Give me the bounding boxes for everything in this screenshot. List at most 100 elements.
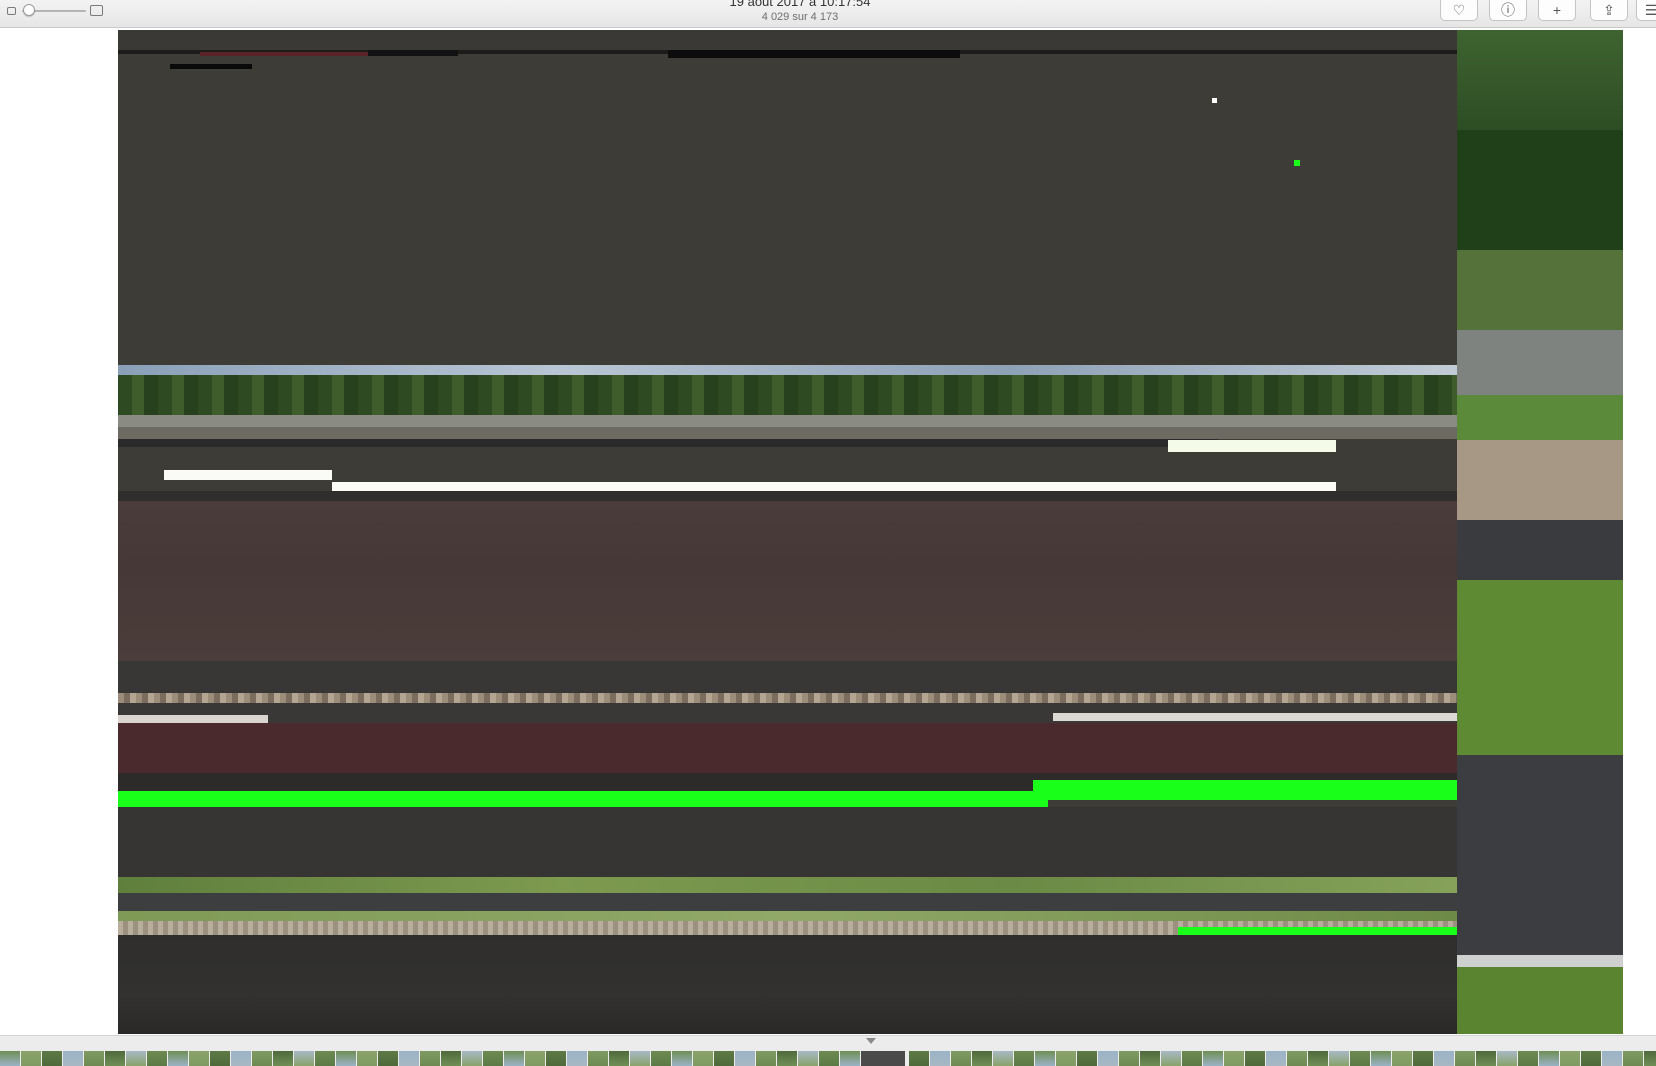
filmstrip-thumbnail[interactable]: [1056, 1051, 1076, 1066]
filmstrip-thumbnail[interactable]: [567, 1051, 587, 1066]
filmstrip-thumbnail[interactable]: [42, 1051, 62, 1066]
filmstrip-thumbnail[interactable]: [483, 1051, 503, 1066]
filmstrip-thumbnail[interactable]: [1539, 1051, 1559, 1066]
filmstrip-thumbnail[interactable]: [672, 1051, 692, 1066]
filmstrip-thumbnail[interactable]: [63, 1051, 83, 1066]
filmstrip-thumbnail[interactable]: [1455, 1051, 1475, 1066]
filmstrip-thumbnail[interactable]: [504, 1051, 524, 1066]
favorite-button[interactable]: ♡: [1440, 0, 1478, 21]
filmstrip-thumbnail[interactable]: [756, 1051, 776, 1066]
info-button[interactable]: ⓘ: [1489, 0, 1527, 21]
filmstrip-thumbnail[interactable]: [1329, 1051, 1349, 1066]
filmstrip-thumbnail[interactable]: [0, 1051, 20, 1066]
filmstrip-thumbnail[interactable]: [1203, 1051, 1223, 1066]
zoom-out-icon[interactable]: [7, 7, 16, 15]
filmstrip-thumbnail[interactable]: [1413, 1051, 1433, 1066]
filmstrip-thumbnail[interactable]: [1035, 1051, 1055, 1066]
glitch-line: [200, 52, 370, 56]
filmstrip-thumbnail[interactable]: [861, 1051, 905, 1066]
filmstrip-thumbnail[interactable]: [294, 1051, 314, 1066]
filmstrip-thumbnail[interactable]: [840, 1051, 860, 1066]
share-button[interactable]: ⇪: [1590, 0, 1628, 21]
filmstrip-thumbnail[interactable]: [588, 1051, 608, 1066]
filmstrip-thumbnail[interactable]: [930, 1051, 950, 1066]
filmstrip-thumbnail[interactable]: [1644, 1051, 1656, 1066]
thumbnail-row[interactable]: [0, 1051, 1656, 1066]
filmstrip-thumbnail[interactable]: [105, 1051, 125, 1066]
filmstrip-thumbnail[interactable]: [1560, 1051, 1580, 1066]
filmstrip-thumbnail[interactable]: [84, 1051, 104, 1066]
filmstrip-thumbnail[interactable]: [972, 1051, 992, 1066]
filmstrip-thumbnail[interactable]: [1140, 1051, 1160, 1066]
glitch-block: [118, 501, 1457, 661]
filmstrip-thumbnail[interactable]: [231, 1051, 251, 1066]
glitch-line: [170, 64, 252, 69]
filmstrip-thumbnail[interactable]: [1077, 1051, 1097, 1066]
filmstrip-thumbnail[interactable]: [1014, 1051, 1034, 1066]
filmstrip-thumbnail[interactable]: [357, 1051, 377, 1066]
zoom-in-icon[interactable]: [90, 5, 103, 16]
filmstrip-thumbnail[interactable]: [777, 1051, 797, 1066]
filmstrip-thumbnail[interactable]: [462, 1051, 482, 1066]
glitch-green: [1178, 927, 1457, 935]
sky-strip: [118, 365, 1457, 375]
filmstrip-thumbnail[interactable]: [273, 1051, 293, 1066]
glitch-line: [668, 50, 960, 58]
filmstrip-thumbnail[interactable]: [909, 1051, 929, 1066]
filmstrip-thumbnail[interactable]: [1350, 1051, 1370, 1066]
filmstrip-thumbnail[interactable]: [336, 1051, 356, 1066]
filmstrip-thumbnail[interactable]: [1392, 1051, 1412, 1066]
filmstrip-thumbnail[interactable]: [1287, 1051, 1307, 1066]
filmstrip-thumbnail[interactable]: [1224, 1051, 1244, 1066]
filmstrip-thumbnail[interactable]: [420, 1051, 440, 1066]
filmstrip-thumbnail[interactable]: [993, 1051, 1013, 1066]
filmstrip-thumbnail[interactable]: [378, 1051, 398, 1066]
filmstrip-thumbnail[interactable]: [1623, 1051, 1643, 1066]
filmstrip-thumbnail[interactable]: [1245, 1051, 1265, 1066]
filmstrip-thumbnail[interactable]: [651, 1051, 671, 1066]
filmstrip-thumbnail[interactable]: [147, 1051, 167, 1066]
filmstrip-thumbnail[interactable]: [525, 1051, 545, 1066]
zoom-slider-thumb[interactable]: [23, 4, 35, 16]
filmstrip-thumbnail[interactable]: [315, 1051, 335, 1066]
filmstrip-thumbnail[interactable]: [1518, 1051, 1538, 1066]
filmstrip-thumbnail[interactable]: [1602, 1051, 1622, 1066]
filmstrip-thumbnail[interactable]: [609, 1051, 629, 1066]
tree-line: [118, 375, 1457, 415]
filmstrip-thumbnail[interactable]: [1476, 1051, 1496, 1066]
filmstrip-thumbnail[interactable]: [819, 1051, 839, 1066]
filmstrip-thumbnail[interactable]: [798, 1051, 818, 1066]
filmstrip-thumbnail[interactable]: [1098, 1051, 1118, 1066]
filmstrip-thumbnail[interactable]: [1266, 1051, 1286, 1066]
filmstrip-thumbnail[interactable]: [1182, 1051, 1202, 1066]
glitch-bright: [1168, 440, 1336, 452]
filmstrip-thumbnail[interactable]: [189, 1051, 209, 1066]
filmstrip-thumbnail[interactable]: [1161, 1051, 1181, 1066]
filmstrip-thumbnail[interactable]: [1371, 1051, 1391, 1066]
filmstrip-thumbnail[interactable]: [252, 1051, 272, 1066]
filmstrip-thumbnail[interactable]: [210, 1051, 230, 1066]
filmstrip-thumbnail[interactable]: [1119, 1051, 1139, 1066]
filmstrip-thumbnail[interactable]: [126, 1051, 146, 1066]
filmstrip-thumbnail[interactable]: [1434, 1051, 1454, 1066]
filmstrip-thumbnail[interactable]: [441, 1051, 461, 1066]
filmstrip-thumbnail[interactable]: [714, 1051, 734, 1066]
filmstrip-thumbnail[interactable]: [1581, 1051, 1601, 1066]
filmstrip-thumbnail[interactable]: [630, 1051, 650, 1066]
photo-date-title: 19 août 2017 à 10:17:54: [729, 0, 871, 9]
current-photo[interactable]: [118, 30, 1457, 1034]
filmstrip-thumbnail[interactable]: [168, 1051, 188, 1066]
sidebar-button[interactable]: ☰: [1636, 0, 1656, 21]
filmstrip-thumbnail[interactable]: [693, 1051, 713, 1066]
filmstrip-thumbnail[interactable]: [1497, 1051, 1517, 1066]
next-photo-preview[interactable]: [1457, 30, 1623, 1034]
filmstrip-thumbnail[interactable]: [735, 1051, 755, 1066]
filmstrip[interactable]: [0, 1035, 1656, 1066]
filmstrip-thumbnail[interactable]: [546, 1051, 566, 1066]
filmstrip-thumbnail[interactable]: [21, 1051, 41, 1066]
filmstrip-thumbnail[interactable]: [951, 1051, 971, 1066]
grass: [1457, 580, 1623, 755]
filmstrip-thumbnail[interactable]: [1308, 1051, 1328, 1066]
filmstrip-thumbnail[interactable]: [399, 1051, 419, 1066]
add-button[interactable]: +: [1538, 0, 1576, 21]
